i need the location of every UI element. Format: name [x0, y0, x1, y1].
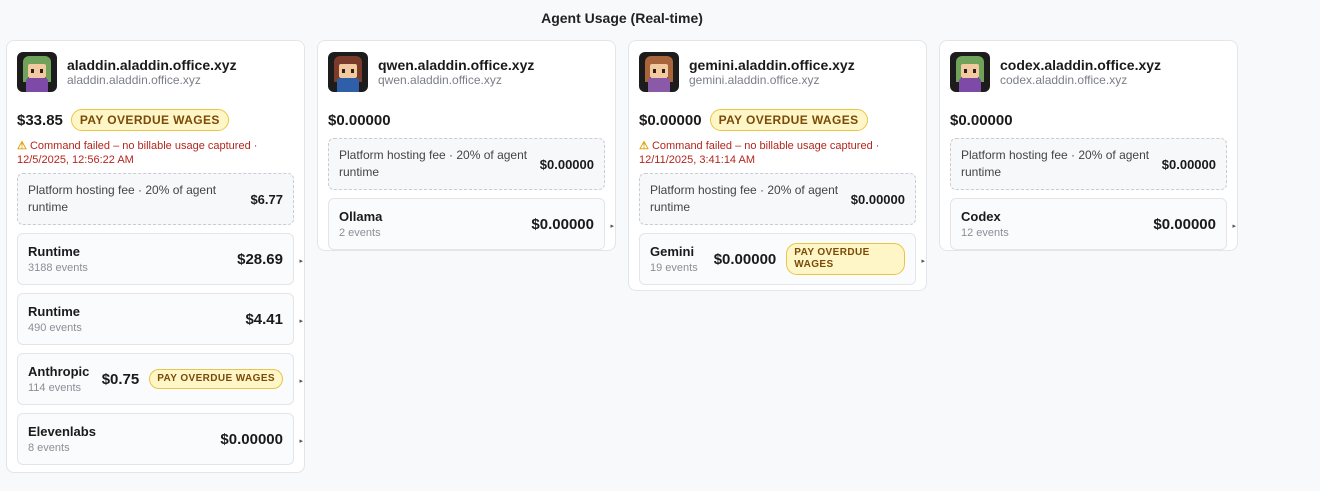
item-amount: $0.75	[101, 370, 140, 388]
item-events: 114 events	[28, 382, 82, 394]
pay-overdue-wages-button[interactable]: PAY OVERDUE WAGES	[149, 369, 283, 389]
fee-label: Platform hosting fee · 20% of agent runt…	[28, 183, 217, 214]
item-events: 3188 events	[28, 262, 88, 274]
item-amount: $4.41	[245, 310, 283, 328]
item-events: 490 events	[28, 322, 82, 334]
platform-fee-box: Platform hosting fee · 20% of agent runt…	[17, 173, 294, 225]
fee-amount: $0.00000	[539, 156, 594, 172]
platform-fee-box: Platform hosting fee · 20% of agent runt…	[328, 138, 605, 190]
page-title: Agent Usage (Real-time)	[541, 10, 703, 26]
item-events: 19 events	[650, 262, 698, 274]
warning-text: Command failed – no billable usage captu…	[639, 140, 880, 166]
item-name: Gemini	[650, 244, 695, 259]
agent-card-codex: codex.aladdin.office.xyz codex.aladdin.o…	[939, 40, 1238, 251]
agent-host-name: codex.aladdin.office.xyz	[1000, 57, 1162, 73]
fee-amount: $0.00000	[850, 191, 905, 207]
agent-total: $0.00000	[950, 111, 1013, 129]
item-amount: $28.69	[237, 250, 283, 268]
item-name: Runtime	[28, 304, 80, 319]
item-name: Runtime	[28, 244, 80, 259]
avatar	[639, 52, 679, 92]
usage-item-anthropic[interactable]: Anthropic 114 events $0.75 PAY OVERDUE W…	[17, 353, 303, 405]
agent-total: $33.85	[17, 111, 63, 129]
pay-overdue-wages-button[interactable]: PAY OVERDUE WAGES	[70, 109, 229, 131]
item-amount: $0.00000	[220, 430, 283, 448]
agent-host-name: aladdin.aladdin.office.xyz	[67, 57, 237, 73]
expand-arrow-icon[interactable]: ▸	[1232, 222, 1236, 230]
avatar	[328, 52, 368, 92]
usage-item-elevenlabs[interactable]: Elevenlabs 8 events $0.00000 ▸	[17, 413, 303, 465]
agent-host-subtitle: codex.aladdin.office.xyz	[1000, 73, 1128, 87]
warning-icon: ⚠	[639, 140, 649, 152]
item-amount: $0.00000	[531, 215, 594, 233]
expand-arrow-icon[interactable]: ▸	[610, 222, 614, 230]
agent-host-subtitle: gemini.aladdin.office.xyz	[689, 73, 820, 87]
usage-item-runtime[interactable]: Runtime 3188 events $28.69 ▸	[17, 233, 303, 285]
expand-arrow-icon[interactable]: ▸	[299, 257, 303, 265]
expand-arrow-icon[interactable]: ▸	[921, 257, 925, 265]
agent-card-aladdin: aladdin.aladdin.office.xyz aladdin.aladd…	[6, 40, 305, 473]
item-name: Elevenlabs	[28, 424, 96, 439]
agent-host-subtitle: aladdin.aladdin.office.xyz	[67, 73, 201, 87]
agent-total: $0.00000	[639, 111, 702, 129]
fee-label: Platform hosting fee · 20% of agent runt…	[650, 183, 839, 214]
warning-message: ⚠ Command failed – no billable usage cap…	[639, 139, 916, 167]
card-header: aladdin.aladdin.office.xyz aladdin.aladd…	[17, 51, 294, 93]
platform-fee-box: Platform hosting fee · 20% of agent runt…	[950, 138, 1227, 190]
card-header: qwen.aladdin.office.xyz qwen.aladdin.off…	[328, 51, 605, 93]
fee-label: Platform hosting fee · 20% of agent runt…	[339, 148, 528, 179]
fee-amount: $0.00000	[1161, 156, 1216, 172]
agent-host-subtitle: qwen.aladdin.office.xyz	[378, 73, 502, 87]
item-name: Anthropic	[28, 364, 90, 379]
card-header: gemini.aladdin.office.xyz gemini.aladdin…	[639, 51, 916, 93]
warning-icon: ⚠	[17, 140, 27, 152]
item-events: 2 events	[339, 227, 381, 239]
avatar	[950, 52, 990, 92]
usage-item-gemini[interactable]: Gemini 19 events $0.00000 PAY OVERDUE WA…	[639, 233, 925, 285]
pay-overdue-wages-button[interactable]: PAY OVERDUE WAGES	[786, 243, 905, 275]
usage-item-codex[interactable]: Codex 12 events $0.00000 ▸	[950, 198, 1236, 250]
expand-arrow-icon[interactable]: ▸	[299, 317, 303, 325]
card-header: codex.aladdin.office.xyz codex.aladdin.o…	[950, 51, 1227, 93]
agent-card-qwen: qwen.aladdin.office.xyz qwen.aladdin.off…	[317, 40, 616, 251]
item-name: Codex	[961, 209, 1001, 224]
usage-item-runtime[interactable]: Runtime 490 events $4.41 ▸	[17, 293, 303, 345]
item-events: 8 events	[28, 442, 70, 454]
expand-arrow-icon[interactable]: ▸	[299, 437, 303, 445]
fee-label: Platform hosting fee · 20% of agent runt…	[961, 148, 1150, 179]
warning-text: Command failed – no billable usage captu…	[17, 140, 258, 166]
expand-arrow-icon[interactable]: ▸	[299, 377, 303, 385]
item-events: 12 events	[961, 227, 1009, 239]
agent-total: $0.00000	[328, 111, 391, 129]
platform-fee-box: Platform hosting fee · 20% of agent runt…	[639, 173, 916, 225]
warning-message: ⚠ Command failed – no billable usage cap…	[17, 139, 294, 167]
item-amount: $0.00000	[1153, 215, 1216, 233]
usage-item-ollama[interactable]: Ollama 2 events $0.00000 ▸	[328, 198, 614, 250]
avatar	[17, 52, 57, 92]
fee-amount: $6.77	[250, 191, 283, 207]
agent-card-gemini: gemini.aladdin.office.xyz gemini.aladdin…	[628, 40, 927, 291]
item-amount: $0.00000	[713, 250, 777, 268]
agent-host-name: qwen.aladdin.office.xyz	[378, 57, 535, 73]
item-name: Ollama	[339, 209, 383, 224]
pay-overdue-wages-button[interactable]: PAY OVERDUE WAGES	[709, 109, 868, 131]
agent-host-name: gemini.aladdin.office.xyz	[689, 57, 855, 73]
